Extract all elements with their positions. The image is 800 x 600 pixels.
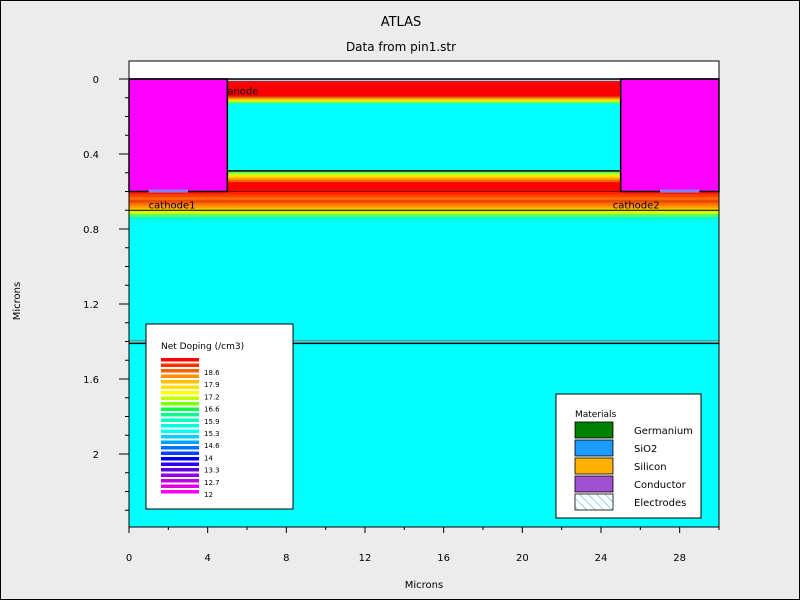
doping-color-bar [161,446,199,450]
doping-value-label: 17.2 [204,393,220,401]
doping-color-bar [161,479,199,483]
doping-color-bar [161,457,199,461]
material-label: Germanium [634,426,693,437]
doping-value-label: 12 [204,491,213,499]
plot-window: ATLAS Data from pin1.str Microns Microns… [0,0,800,600]
materials-legend-title: Materials [575,410,617,420]
y-tick-label: 2 [93,450,99,461]
x-tick-label: 4 [204,553,210,564]
anode-gradient-band [227,102,621,104]
doping-legend: Net Doping (/cm3) 18.6 17.9 17.2 16.6 15.9 15… [145,323,294,510]
doping-value-label: 15.3 [204,430,220,438]
doping-value-label: 16.6 [204,406,220,414]
doping-color-bar [161,424,199,428]
material-swatch [574,475,614,493]
buried-layer [227,182,621,192]
material-label: Silicon [634,462,667,473]
x-axis-label: Microns [405,580,443,591]
doping-color-bar [161,391,199,395]
doping-color-bar [161,473,199,477]
doping-legend-title: Net Doping (/cm3) [161,342,244,352]
y-axis-label: Microns [12,282,23,320]
atlas-plot: ATLAS Data from pin1.str Microns Microns… [12,15,720,591]
doping-color-bar [161,490,199,494]
doping-color-bar [161,468,199,472]
material-label: Conductor [634,480,687,491]
materials-legend: Materials Germanium SiO2 Silicon Conductor E… [555,393,702,519]
doping-color-bar [161,380,199,384]
material-swatch [574,421,614,439]
doping-color-bar [161,396,199,400]
x-tick-label: 20 [516,553,529,564]
doping-color-bar [161,451,199,455]
doping-value-label: 17.9 [204,381,220,389]
doping-color-bar [161,374,199,378]
doping-color-bar [161,358,199,362]
doping-color-bar [161,363,199,367]
x-tick-label: 8 [283,553,289,564]
chart-title: ATLAS [381,15,422,30]
cathode-layer-band [129,216,719,221]
x-tick-label: 24 [595,553,608,564]
cathode-contact [148,189,188,193]
electrode-label: cathode1 [149,201,196,212]
doping-value-label: 14.6 [204,442,220,450]
conductor-pad [128,78,229,193]
doping-value-label: 12.7 [204,479,220,487]
material-swatch [574,493,614,511]
material-swatch [574,457,614,475]
y-tick-label: 1.2 [83,300,99,311]
doping-color-bar [161,407,199,411]
doping-color-bar [161,369,199,373]
chart-subtitle: Data from pin1.str [346,40,456,54]
material-label: SiO2 [634,444,657,455]
conductor-pad [619,78,720,193]
doping-value-label: 14 [204,454,213,462]
cathode-contact [660,189,700,193]
doping-value-label: 13.3 [204,467,220,475]
x-tick-label: 0 [126,553,132,564]
doping-color-bar [161,418,199,422]
doping-color-bar [161,484,199,488]
doping-color-bar [161,402,199,406]
doping-color-bar [161,429,199,433]
x-tick-label: 28 [673,553,686,564]
x-tick-label: 16 [437,553,450,564]
doping-color-bar [161,385,199,389]
y-tick-label: 0.4 [83,150,99,161]
y-tick-label: 1.6 [83,375,99,386]
anode-layer [227,79,621,97]
doping-color-bar [161,440,199,444]
material-label: Electrodes [634,498,686,509]
electrode-label: cathode2 [613,201,660,212]
doping-value-label: 15.9 [204,418,220,426]
y-tick-label: 0 [93,75,99,86]
doping-color-bar [161,413,199,417]
material-swatch [574,439,614,457]
x-tick-label: 12 [359,553,372,564]
doping-color-bar [161,462,199,466]
electrode-label: anode [227,86,258,97]
doping-color-bar [161,435,199,439]
doping-value-label: 18.6 [204,369,220,377]
y-tick-label: 0.8 [83,225,99,236]
